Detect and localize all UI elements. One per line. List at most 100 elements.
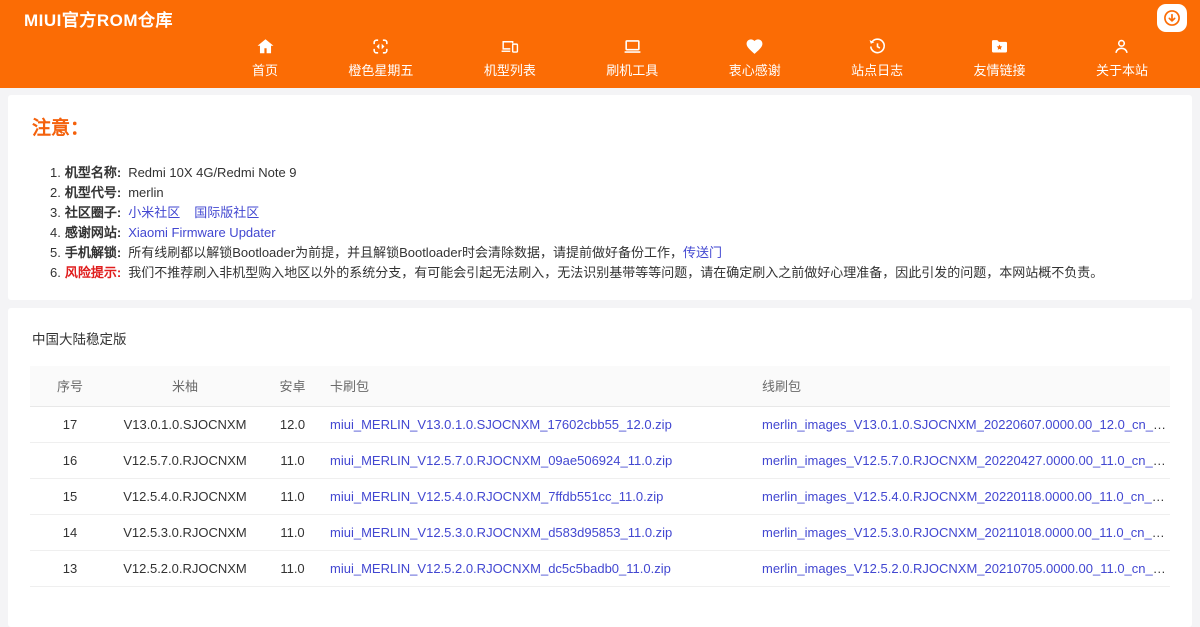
fastboot-package-link[interactable]: merlin_images_V12.5.7.0.RJOCNXM_20220427… <box>762 453 1170 468</box>
cell-recovery-package: miui_MERLIN_V12.5.7.0.RJOCNXM_09ae506924… <box>325 442 757 479</box>
cell-android-version: 11.0 <box>260 550 325 587</box>
nav-item-label: 衷心感谢 <box>728 63 781 78</box>
cell-index: 17 <box>30 406 110 443</box>
notice-item-codename: 2. 机型代号: merlin <box>50 183 1168 203</box>
column-header-android: 安卓 <box>260 366 325 407</box>
notice-item-value: 所有线刷都以解锁Bootloader为前提，并且解锁Bootloader时会清除… <box>128 245 683 260</box>
cell-miui-version: V13.0.1.0.SJOCNXM <box>110 406 260 443</box>
notice-item-label: 手机解锁: <box>64 245 122 260</box>
table-row: 14 V12.5.3.0.RJOCNXM 11.0 miui_MERLIN_V12.5… <box>30 514 1170 551</box>
site-title: MIUI官方ROM仓库 <box>24 11 174 30</box>
intl-community-link[interactable]: 国际版社区 <box>194 205 259 220</box>
cell-fastboot-package: merlin_images_V12.5.4.0.RJOCNXM_20220118… <box>757 478 1170 515</box>
nav-item-label: 刷机工具 <box>606 63 659 78</box>
notice-item-thanks-site: 4. 感谢网站: Xiaomi Firmware Updater <box>50 223 1168 243</box>
nav-item-flash-tools[interactable]: 刷机工具 <box>606 37 658 79</box>
cell-android-version: 11.0 <box>260 514 325 551</box>
risk-warning-label: 风险提示: <box>64 265 122 280</box>
list-number: 3. <box>50 205 61 220</box>
main-nav: 首页 橙色星期五 机型列表 刷机工具 衷心感谢 站点日志 友情链接 关于本站 <box>252 37 1148 79</box>
cell-fastboot-package: merlin_images_V13.0.1.0.SJOCNXM_20220607… <box>757 406 1170 443</box>
list-number: 2. <box>50 185 61 200</box>
nav-item-label: 机型列表 <box>483 63 536 78</box>
rom-section-title: 中国大陆稳定版 <box>32 332 127 347</box>
notice-item-unlock: 5. 手机解锁: 所有线刷都以解锁Bootloader为前提，并且解锁Bootloa… <box>50 243 1168 263</box>
recovery-package-link[interactable]: miui_MERLIN_V12.5.4.0.RJOCNXM_7ffdb551cc… <box>330 489 663 504</box>
notice-item-label: 感谢网站: <box>64 225 122 240</box>
cell-miui-version: V12.5.4.0.RJOCNXM <box>110 478 260 515</box>
column-header-miui: 米柚 <box>110 366 260 407</box>
cell-index: 14 <box>30 514 110 551</box>
cell-recovery-package: miui_MERLIN_V12.5.3.0.RJOCNXM_d583d95853… <box>325 514 757 551</box>
cell-android-version: 11.0 <box>260 442 325 479</box>
nav-item-label: 首页 <box>252 63 279 78</box>
notice-item-value: Redmi 10X 4G/Redmi Note 9 <box>128 165 297 180</box>
recovery-package-link[interactable]: miui_MERLIN_V12.5.7.0.RJOCNXM_09ae506924… <box>330 453 672 468</box>
laptop-icon <box>623 37 642 57</box>
notice-item-value: 我们不推荐刷入非机型购入地区以外的系统分支，有可能会引起无法刷入，无法识别基带等… <box>128 265 1104 280</box>
notice-card: 注意： 1. 机型名称: Redmi 10X 4G/Redmi Note 9 2. 机… <box>8 95 1192 300</box>
rom-table-head: 序号 米柚 安卓 卡刷包 线刷包 <box>30 366 1170 407</box>
nav-item-about[interactable]: 关于本站 <box>1096 37 1148 79</box>
nav-item-thanks[interactable]: 衷心感谢 <box>729 37 781 79</box>
home-icon <box>256 37 275 57</box>
cell-index: 15 <box>30 478 110 515</box>
cell-fastboot-package: merlin_images_V12.5.2.0.RJOCNXM_20210705… <box>757 550 1170 587</box>
nav-item-label: 关于本站 <box>1095 63 1148 78</box>
mi-community-link[interactable]: 小米社区 <box>128 205 180 220</box>
recovery-package-link[interactable]: miui_MERLIN_V12.5.3.0.RJOCNXM_d583d95853… <box>330 525 672 540</box>
history-icon <box>868 37 887 57</box>
cell-index: 16 <box>30 442 110 479</box>
fastboot-package-link[interactable]: merlin_images_V12.5.4.0.RJOCNXM_20220118… <box>762 489 1170 504</box>
download-icon <box>1162 8 1182 28</box>
nav-item-label: 站点日志 <box>851 63 904 78</box>
fastboot-package-link[interactable]: merlin_images_V12.5.2.0.RJOCNXM_20210705… <box>762 561 1170 576</box>
fastboot-package-link[interactable]: merlin_images_V12.5.3.0.RJOCNXM_20211018… <box>762 525 1170 540</box>
notice-heading: 注意： <box>32 118 90 139</box>
unlock-portal-link[interactable]: 传送门 <box>683 245 722 260</box>
cell-miui-version: V12.5.2.0.RJOCNXM <box>110 550 260 587</box>
devices-icon <box>500 37 519 57</box>
person-icon <box>1112 37 1131 57</box>
nav-item-friend-links[interactable]: 友情链接 <box>974 37 1026 79</box>
notice-item-value: merlin <box>128 185 164 200</box>
column-header-fastboot: 线刷包 <box>757 366 1170 407</box>
recovery-package-link[interactable]: miui_MERLIN_V12.5.2.0.RJOCNXM_dc5c5badb0… <box>330 561 671 576</box>
cell-recovery-package: miui_MERLIN_V13.0.1.0.SJOCNXM_17602cbb55… <box>325 406 757 443</box>
rom-table-body: 17 V13.0.1.0.SJOCNXM 12.0 miui_MERLIN_V13.0… <box>30 406 1170 587</box>
download-button[interactable] <box>1157 4 1187 32</box>
cell-android-version: 12.0 <box>260 406 325 443</box>
column-header-recovery: 卡刷包 <box>325 366 757 407</box>
notice-item-model-name: 1. 机型名称: Redmi 10X 4G/Redmi Note 9 <box>50 163 1168 183</box>
nav-item-site-log[interactable]: 站点日志 <box>851 37 903 79</box>
cell-index: 13 <box>30 550 110 587</box>
table-row: 15 V12.5.4.0.RJOCNXM 11.0 miui_MERLIN_V12.5… <box>30 478 1170 515</box>
heart-icon <box>745 37 764 57</box>
cell-fastboot-package: merlin_images_V12.5.7.0.RJOCNXM_20220427… <box>757 442 1170 479</box>
nav-item-label: 橙色星期五 <box>348 63 414 78</box>
nav-item-home[interactable]: 首页 <box>252 37 278 79</box>
cell-recovery-package: miui_MERLIN_V12.5.2.0.RJOCNXM_dc5c5badb0… <box>325 550 757 587</box>
nav-item-label: 友情链接 <box>973 63 1026 78</box>
cell-recovery-package: miui_MERLIN_V12.5.4.0.RJOCNXM_7ffdb551cc… <box>325 478 757 515</box>
rom-list-card: 中国大陆稳定版 序号 米柚 安卓 卡刷包 线刷包 17 V13.0.1.0.SJO… <box>8 308 1192 627</box>
list-number: 5. <box>50 245 61 260</box>
cell-miui-version: V12.5.3.0.RJOCNXM <box>110 514 260 551</box>
table-row: 17 V13.0.1.0.SJOCNXM 12.0 miui_MERLIN_V13.0… <box>30 406 1170 443</box>
cell-android-version: 11.0 <box>260 478 325 515</box>
list-number: 6. <box>50 265 61 280</box>
column-header-no: 序号 <box>30 366 110 407</box>
rom-table: 序号 米柚 安卓 卡刷包 线刷包 17 V13.0.1.0.SJOCNXM 12.0… <box>30 366 1170 587</box>
firmware-updater-link[interactable]: Xiaomi Firmware Updater <box>128 225 275 240</box>
table-row: 16 V12.5.7.0.RJOCNXM 11.0 miui_MERLIN_V12.5… <box>30 442 1170 479</box>
site-header: MIUI官方ROM仓库 首页 橙色星期五 机型列表 刷机工具 衷心感谢 站点日志 友情链接 关… <box>0 0 1200 88</box>
fastboot-package-link[interactable]: merlin_images_V13.0.1.0.SJOCNXM_20220607… <box>762 417 1170 432</box>
notice-list: 1. 机型名称: Redmi 10X 4G/Redmi Note 9 2. 机型代号:… <box>32 163 1168 283</box>
nav-item-orange-friday[interactable]: 橙色星期五 <box>348 37 413 79</box>
cell-miui-version: V12.5.7.0.RJOCNXM <box>110 442 260 479</box>
cell-fastboot-package: merlin_images_V12.5.3.0.RJOCNXM_20211018… <box>757 514 1170 551</box>
sync-icon <box>371 37 390 57</box>
nav-item-device-list[interactable]: 机型列表 <box>484 37 536 79</box>
notice-item-community: 3. 社区圈子: 小米社区 国际版社区 <box>50 203 1168 223</box>
recovery-package-link[interactable]: miui_MERLIN_V13.0.1.0.SJOCNXM_17602cbb55… <box>330 417 672 432</box>
